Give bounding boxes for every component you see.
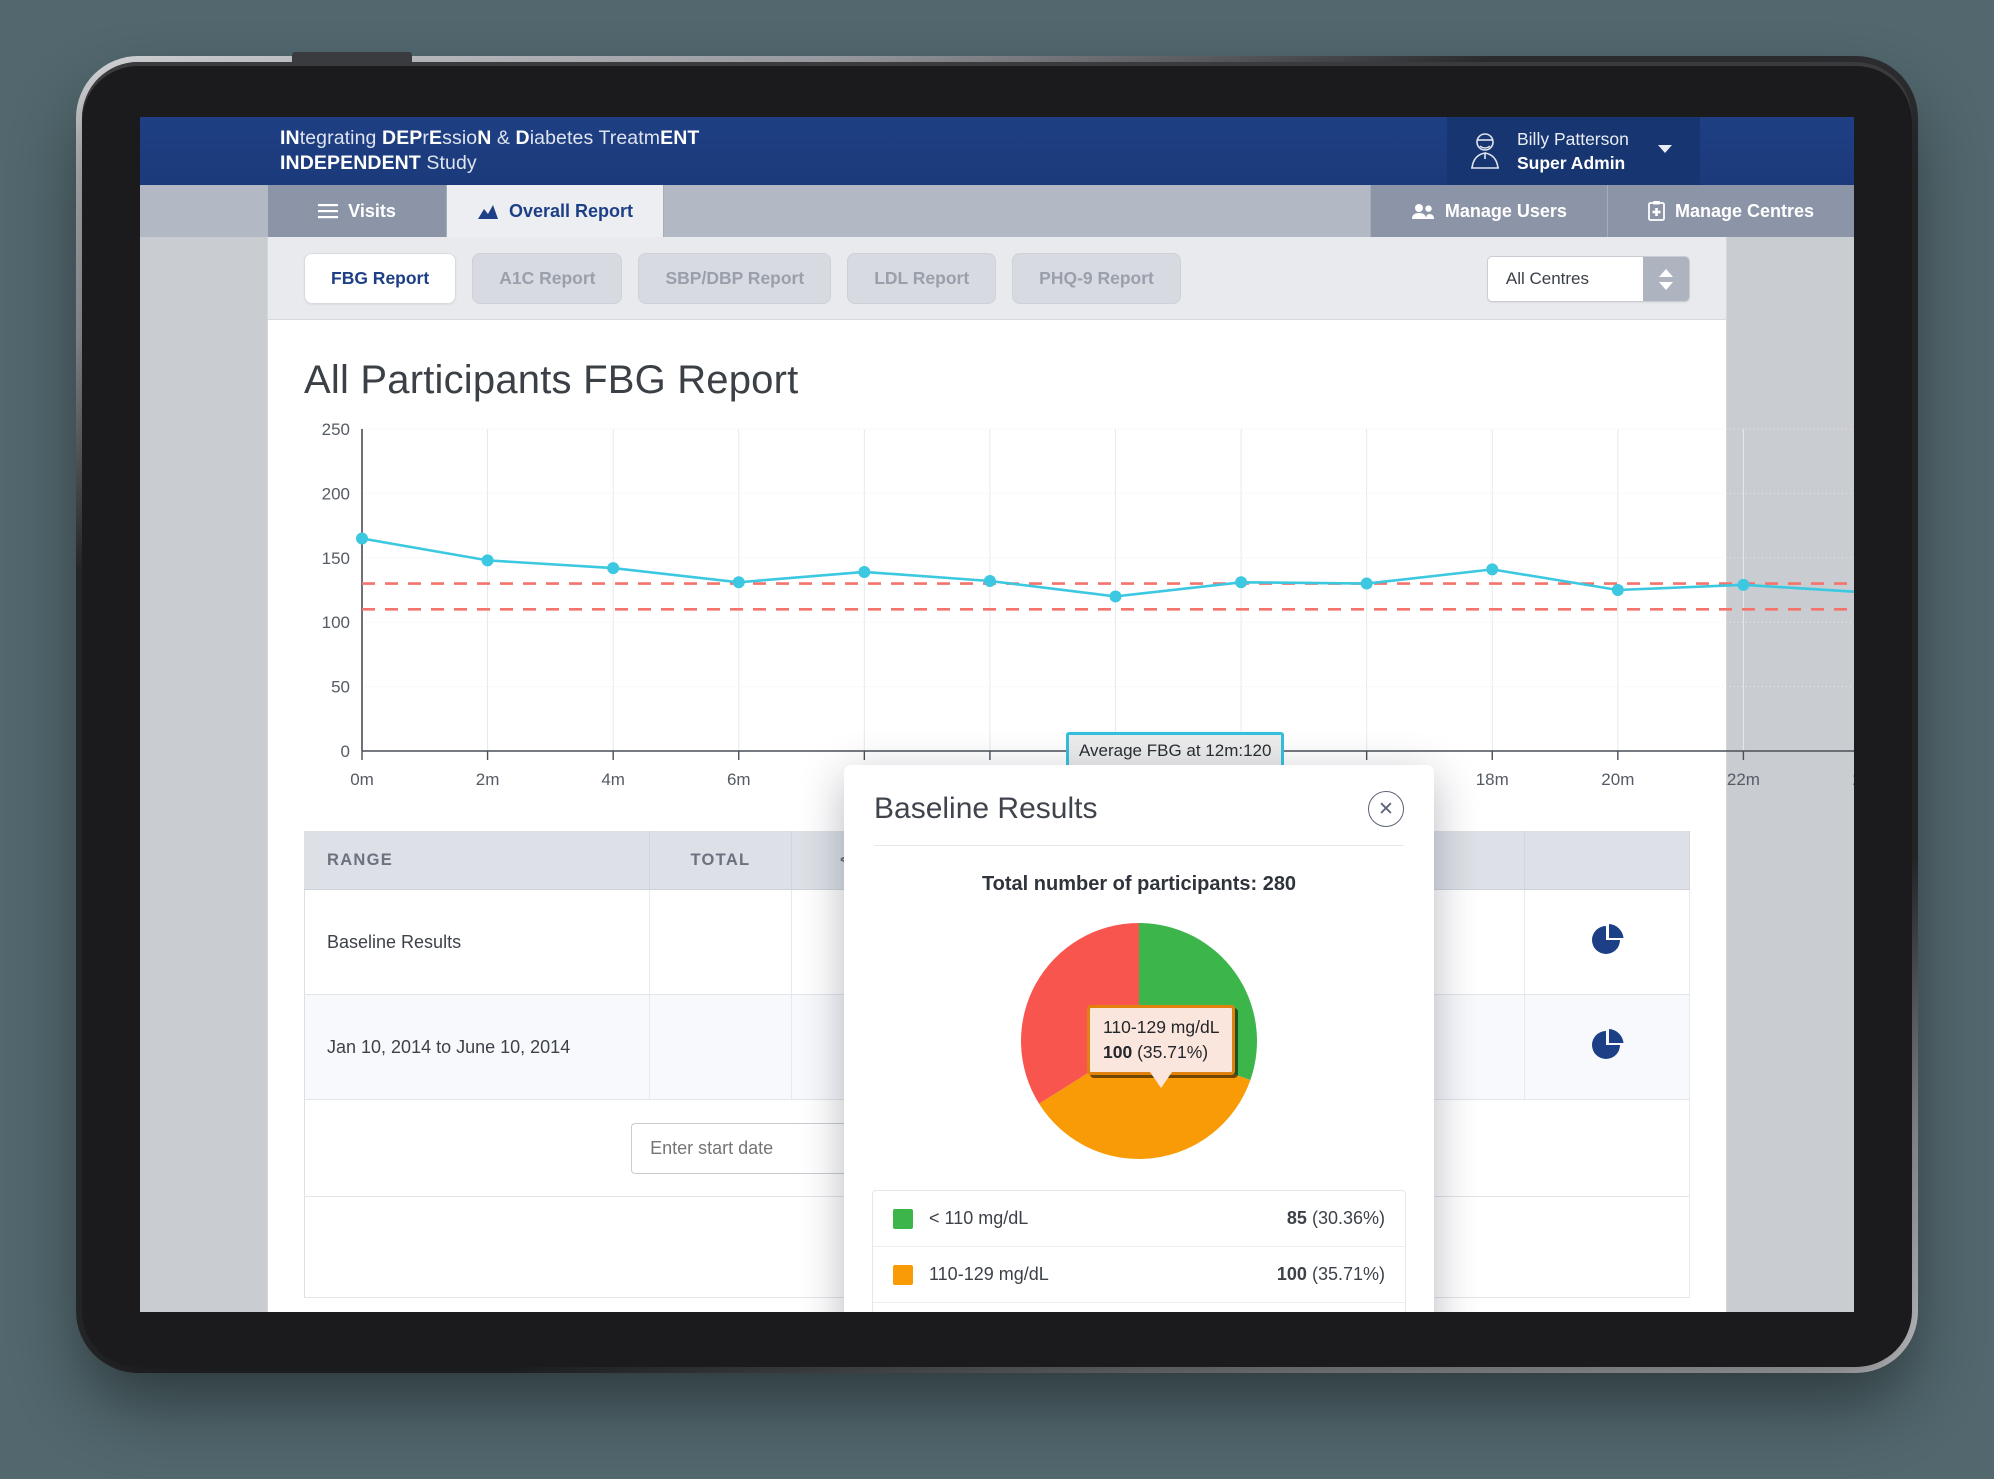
legend-count: 100: [1276, 1264, 1307, 1284]
cell-total: [649, 889, 792, 995]
svg-text:24m: 24m: [1852, 770, 1854, 789]
col-actions: [1524, 831, 1690, 890]
pie-tooltip-percent: (35.71%): [1137, 1042, 1209, 1062]
report-button-fbg[interactable]: FBG Report: [304, 252, 457, 304]
svg-text:150: 150: [322, 549, 350, 568]
pie-legend: < 110 mg/dL 85 (30.36%) 110-129 mg/dL 10…: [872, 1190, 1406, 1312]
page-title: All Participants FBG Report: [304, 358, 799, 402]
doctor-avatar-icon: [1471, 133, 1499, 169]
pie-tooltip-count: 100: [1103, 1042, 1133, 1062]
legend-percent: (30.36%): [1311, 1208, 1385, 1228]
legend-swatch-orange: [893, 1264, 913, 1285]
cell-range: Jan 10, 2014 to June 10, 2014: [304, 994, 650, 1100]
brand-study-word: Study: [420, 152, 477, 174]
main-nav: Visits Overall Report Manage Users Manag…: [140, 185, 1854, 237]
pie-chart-icon[interactable]: [1589, 1027, 1625, 1063]
users-icon: [1411, 203, 1434, 219]
legend-value: 100 (35.71%): [1277, 1264, 1385, 1285]
report-button-ldl[interactable]: LDL Report: [847, 252, 997, 304]
centre-select-value: All Centres: [1505, 269, 1589, 288]
user-role: Super Admin: [1517, 153, 1626, 173]
nav-tab-visits[interactable]: Visits: [268, 185, 447, 237]
modal-total-participants: Total number of participants: 280: [981, 873, 1297, 895]
user-menu[interactable]: Billy Patterson Super Admin: [1447, 117, 1700, 185]
report-button-phq9[interactable]: PHQ-9 Report: [1012, 252, 1181, 304]
nav-tab-visits-label: Visits: [348, 200, 396, 221]
report-button-sbp-dbp[interactable]: SBP/DBP Report: [638, 252, 832, 304]
col-range: RANGE: [304, 831, 650, 890]
svg-text:18m: 18m: [1476, 770, 1509, 789]
user-info: Billy Patterson Super Admin: [1517, 127, 1629, 175]
up-down-stepper-icon[interactable]: [1643, 257, 1689, 301]
col-total: TOTAL: [649, 831, 792, 890]
pie-tooltip-label: 110-129 mg/dL: [1103, 1017, 1220, 1037]
svg-text:2m: 2m: [476, 770, 500, 789]
svg-text:0m: 0m: [350, 770, 374, 789]
hospital-clipboard-icon: [1648, 201, 1665, 221]
report-button-a1c[interactable]: A1C Report: [472, 252, 623, 304]
nav-tab-manage-centres[interactable]: Manage Centres: [1606, 185, 1854, 237]
baseline-results-modal: Baseline Results ✕ Total number of parti…: [844, 765, 1434, 1312]
hamburger-icon: [318, 204, 339, 219]
tablet-device: INtegrating DEPrEssioN & Diabetes Treatm…: [76, 52, 1918, 1373]
app-screen: INtegrating DEPrEssioN & Diabetes Treatm…: [140, 117, 1854, 1312]
svg-text:100: 100: [322, 613, 350, 632]
centre-select[interactable]: All Centres: [1486, 256, 1690, 302]
app-brand: INtegrating DEPrEssioN & Diabetes Treatm…: [280, 126, 699, 176]
app-header: INtegrating DEPrEssioN & Diabetes Treatm…: [140, 117, 1854, 185]
legend-label: 110-129 mg/dL: [929, 1264, 1049, 1284]
brand-acronym: INDEPENDENT: [280, 152, 421, 174]
modal-pie-area: 110-129 mg/dL 100 (35.71%): [844, 902, 1434, 1180]
svg-text:22m: 22m: [1727, 770, 1760, 789]
list-item[interactable]: ≥ 130 mg/dL 95 (33.93%): [873, 1303, 1405, 1312]
close-circle-icon[interactable]: ✕: [1368, 791, 1404, 827]
legend-value: 85 (30.36%): [1287, 1208, 1385, 1229]
list-item[interactable]: < 110 mg/dL 85 (30.36%): [873, 1191, 1405, 1247]
power-button[interactable]: [292, 52, 412, 62]
pie-tooltip: 110-129 mg/dL 100 (35.71%): [1087, 1005, 1236, 1088]
report-toolbar: FBG Report A1C Report SBP/DBP Report LDL…: [268, 237, 1726, 320]
user-name: Billy Patterson: [1517, 129, 1629, 149]
nav-tab-manage-users-label: Manage Users: [1444, 200, 1567, 221]
area-chart-icon: [478, 204, 498, 219]
cell-total: [649, 994, 792, 1100]
pie-chart-icon[interactable]: [1589, 922, 1625, 958]
brand-line-2: INDEPENDENT Study: [280, 151, 699, 176]
nav-tab-manage-centres-label: Manage Centres: [1674, 200, 1814, 221]
nav-tab-overall-report-label: Overall Report: [509, 200, 634, 221]
legend-count: 85: [1286, 1208, 1307, 1228]
cell-action[interactable]: [1524, 889, 1690, 995]
fbg-line-chart: 0501001502002500m2m4m6m8m10m12m14m16m18m…: [304, 421, 1854, 809]
nav-tab-manage-users[interactable]: Manage Users: [1369, 185, 1607, 237]
brand-line-1: INtegrating DEPrEssioN & Diabetes Treatm…: [280, 127, 700, 149]
nav-right-group: Manage Users Manage Centres: [1369, 185, 1854, 237]
svg-text:200: 200: [322, 484, 350, 503]
svg-text:6m: 6m: [727, 770, 751, 789]
svg-text:0: 0: [341, 742, 350, 761]
pie-tooltip-value: 100 (35.71%): [1103, 1040, 1219, 1065]
chevron-down-icon[interactable]: [1658, 145, 1672, 153]
legend-swatch-green: [893, 1208, 913, 1229]
legend-percent: (35.71%): [1311, 1264, 1385, 1284]
svg-text:250: 250: [322, 421, 350, 439]
svg-text:20m: 20m: [1601, 770, 1634, 789]
modal-title: Baseline Results: [874, 792, 1098, 825]
svg-text:50: 50: [331, 678, 350, 697]
list-item[interactable]: 110-129 mg/dL 100 (35.71%): [873, 1247, 1405, 1303]
modal-header: Baseline Results ✕: [844, 765, 1434, 845]
nav-tab-overall-report[interactable]: Overall Report: [447, 185, 665, 237]
cell-range: Baseline Results: [304, 889, 650, 995]
legend-label: < 110 mg/dL: [929, 1208, 1029, 1228]
cell-action[interactable]: [1524, 994, 1690, 1100]
svg-text:4m: 4m: [601, 770, 625, 789]
